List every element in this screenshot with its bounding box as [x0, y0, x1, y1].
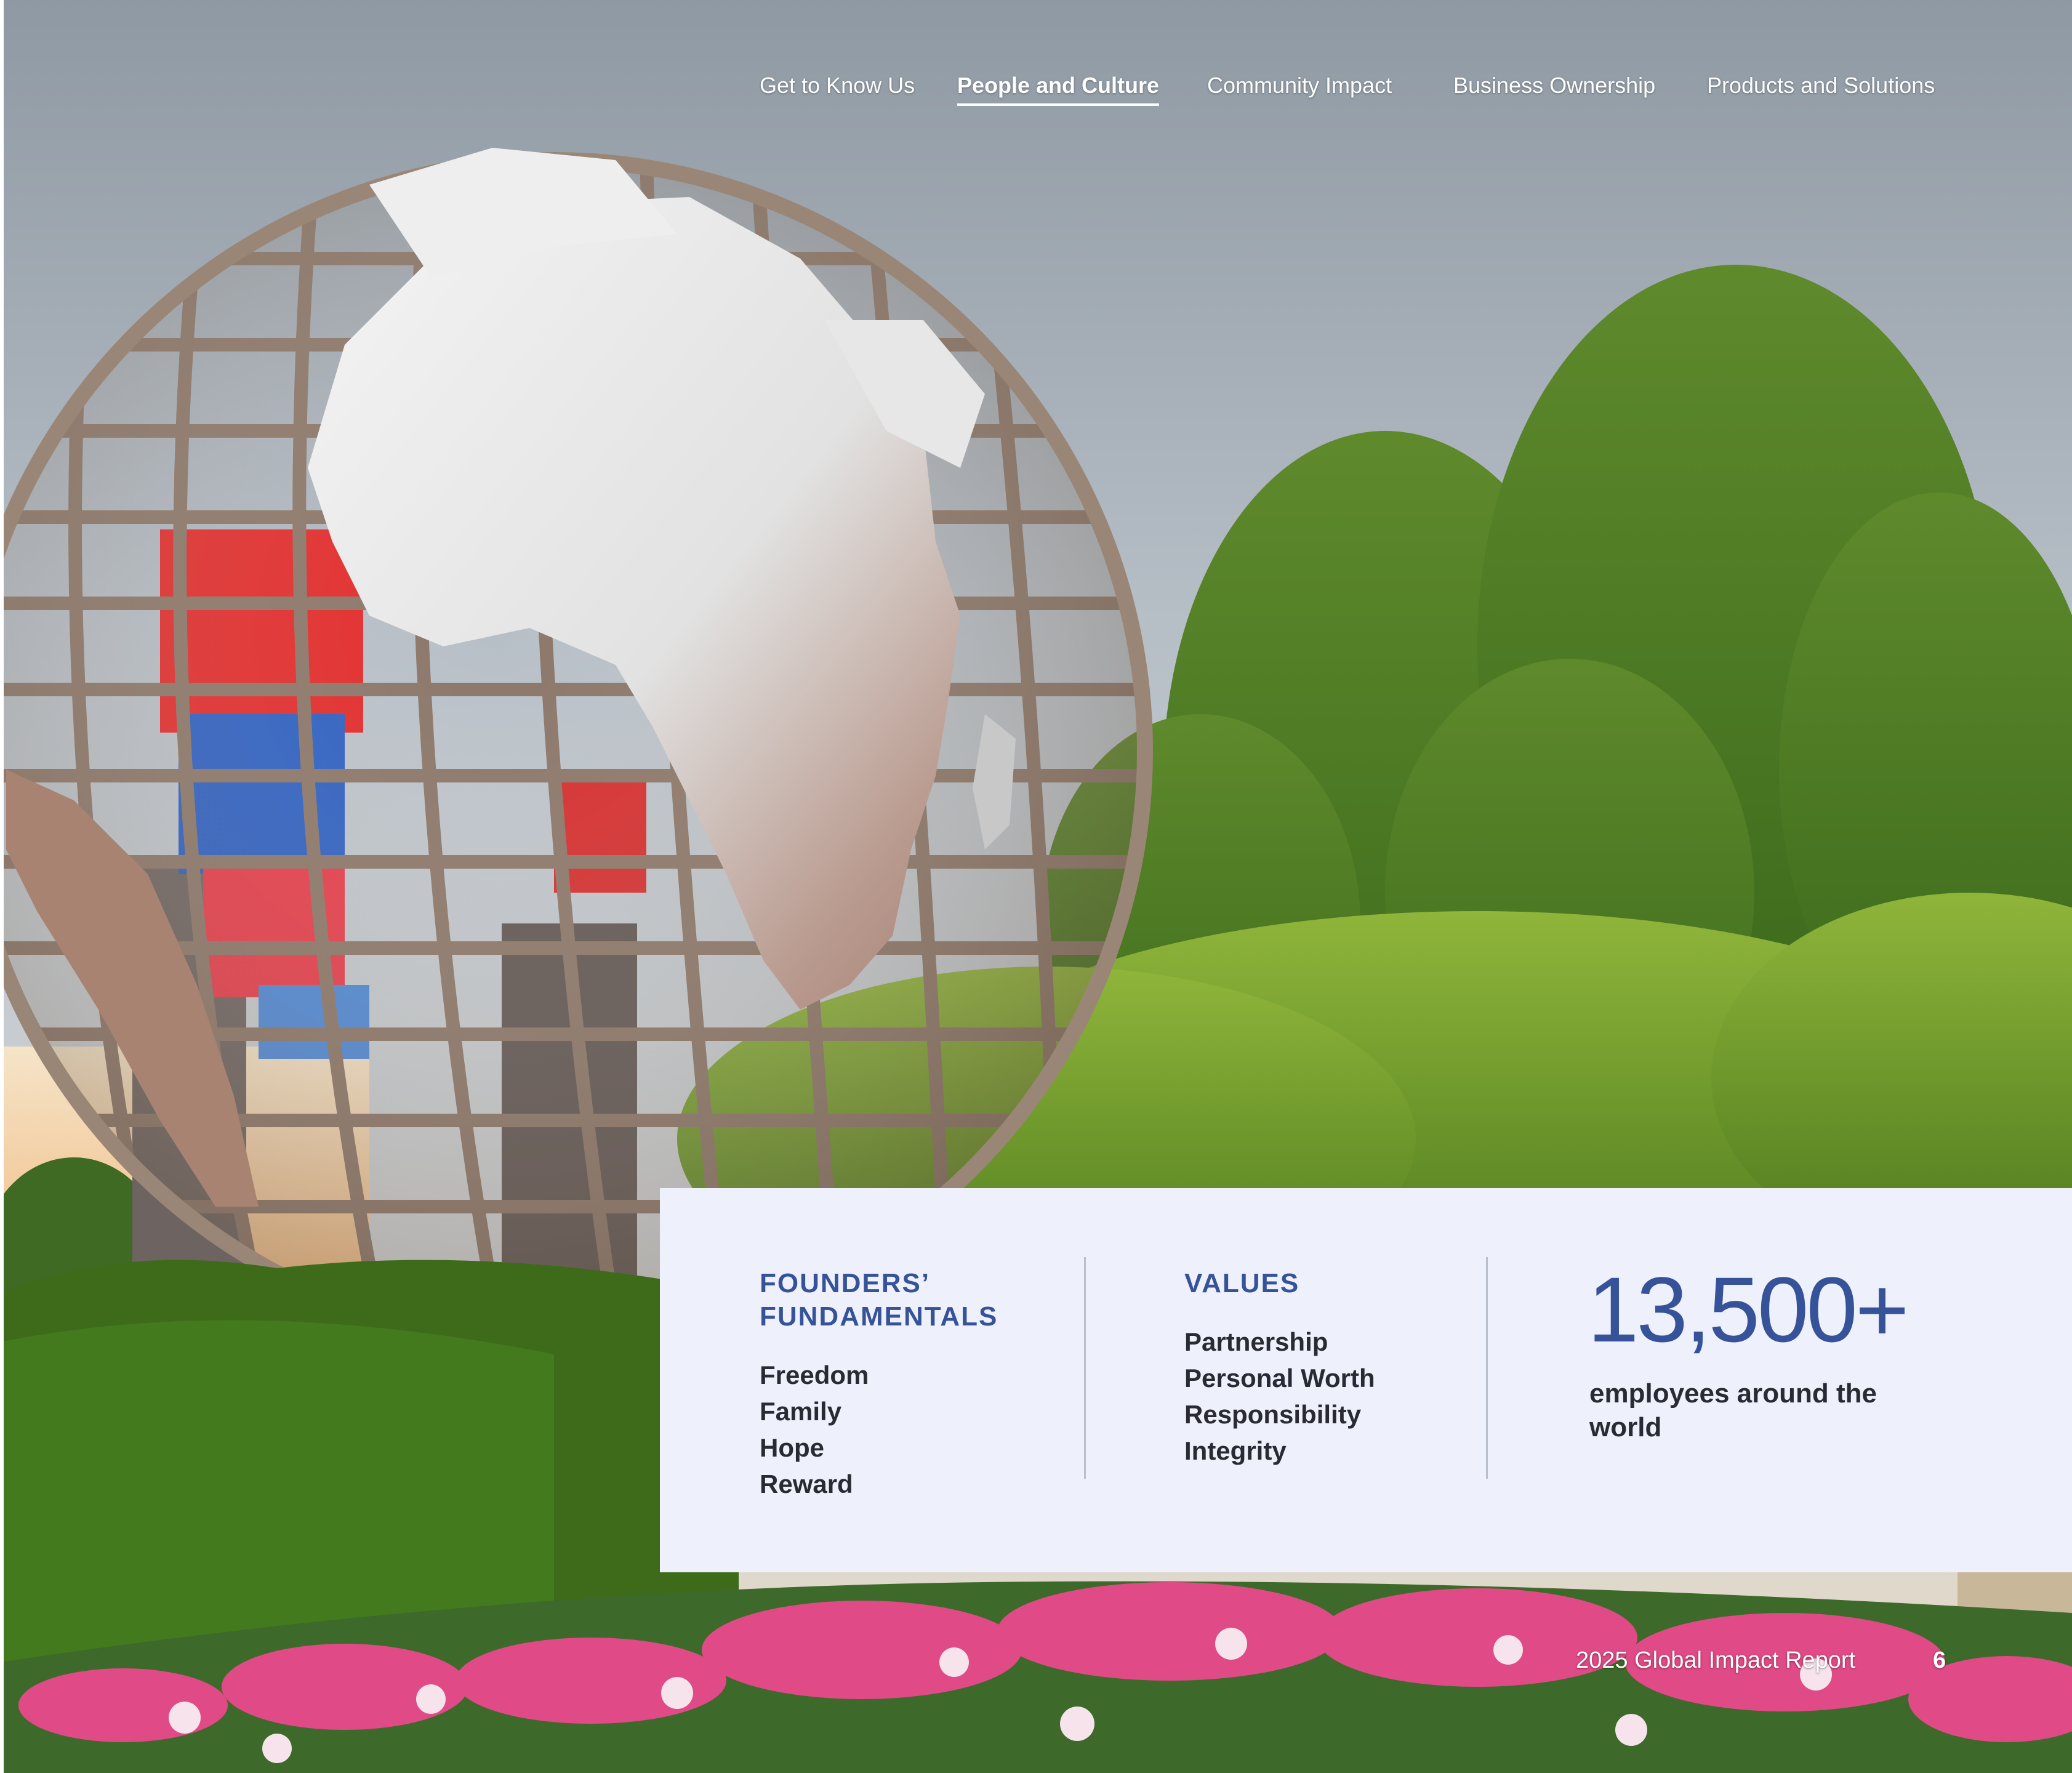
founders-fundamentals-list: Freedom Family Hope Reward — [760, 1357, 869, 1502]
nav-products-and-solutions[interactable]: Products and Solutions — [1707, 73, 1935, 98]
column-divider — [1084, 1257, 1086, 1479]
report-title: 2025 Global Impact Report — [1576, 1647, 1856, 1673]
nav-community-impact[interactable]: Community Impact — [1207, 73, 1392, 98]
nav-business-ownership[interactable]: Business Ownership — [1453, 73, 1655, 98]
nav-people-and-culture[interactable]: People and Culture — [957, 73, 1160, 106]
list-item: Reward — [760, 1469, 853, 1498]
list-item: Freedom — [760, 1361, 869, 1389]
list-item: Integrity — [1184, 1436, 1287, 1465]
list-item: Partnership — [1184, 1327, 1328, 1356]
employee-count-label: employees around the world — [1589, 1378, 1877, 1442]
top-navigation: Get to Know Us People and Culture Commun… — [0, 73, 2072, 110]
founders-fundamentals-heading: FOUNDERS’ FUNDAMENTALS — [760, 1268, 998, 1332]
list-item: Hope — [760, 1433, 824, 1462]
values-list: Partnership Personal Worth Responsibilit… — [1184, 1324, 1375, 1469]
list-item: Family — [760, 1397, 842, 1426]
employee-count: 13,500+ — [1588, 1258, 1909, 1361]
info-card: FOUNDERS’ FUNDAMENTALS Freedom Family Ho… — [660, 1188, 2072, 1572]
column-divider — [1486, 1257, 1488, 1479]
list-item: Personal Worth — [1184, 1364, 1375, 1393]
values-heading: VALUES — [1184, 1268, 1300, 1298]
nav-get-to-know-us[interactable]: Get to Know Us — [760, 73, 915, 98]
page-number: 6 — [1933, 1647, 1946, 1673]
list-item: Responsibility — [1184, 1400, 1362, 1429]
